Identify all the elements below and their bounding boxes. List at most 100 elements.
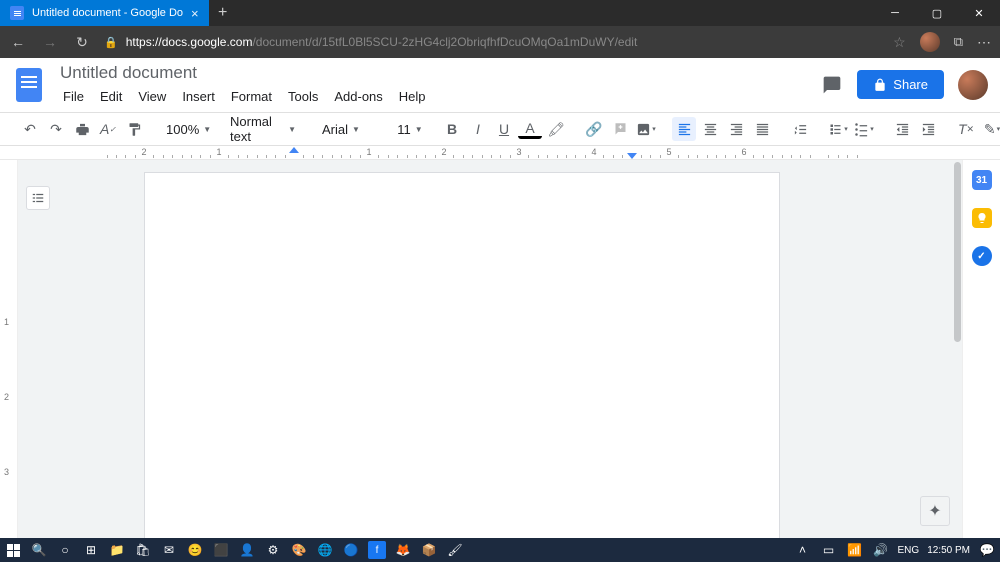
- store-icon[interactable]: 🛍: [134, 541, 152, 559]
- browser-tab[interactable]: Untitled document - Google Do ×: [0, 0, 209, 26]
- show-outline-button[interactable]: [26, 186, 50, 210]
- menu-insert[interactable]: Insert: [175, 86, 222, 107]
- forward-button[interactable]: →: [40, 34, 60, 50]
- app-icon[interactable]: 😊: [186, 541, 204, 559]
- align-center-button[interactable]: [698, 117, 722, 141]
- tray-chevron-icon[interactable]: ˄: [794, 541, 812, 559]
- mail-icon[interactable]: ✉: [160, 541, 178, 559]
- docs-favicon-icon: [10, 6, 24, 20]
- align-justify-button[interactable]: [750, 117, 774, 141]
- tasks-addon-button[interactable]: ✓: [972, 246, 992, 266]
- italic-button[interactable]: I: [466, 117, 490, 141]
- menu-edit[interactable]: Edit: [93, 86, 129, 107]
- keep-addon-button[interactable]: [972, 208, 992, 228]
- comments-button[interactable]: [821, 74, 843, 96]
- app-icon[interactable]: 🖌: [446, 541, 464, 559]
- add-comment-button[interactable]: [608, 117, 632, 141]
- menu-help[interactable]: Help: [392, 86, 433, 107]
- text-color-button[interactable]: A: [518, 119, 542, 139]
- minimize-button[interactable]: ─: [874, 0, 916, 26]
- url-text: https://docs.google.com/document/d/15tfL…: [126, 35, 638, 49]
- spellcheck-button[interactable]: A✓: [96, 117, 120, 141]
- first-line-indent-marker[interactable]: [289, 147, 299, 153]
- menu-tools[interactable]: Tools: [281, 86, 325, 107]
- facebook-icon[interactable]: f: [368, 541, 386, 559]
- task-view-button[interactable]: ⊞: [82, 541, 100, 559]
- close-window-button[interactable]: ✕: [958, 0, 1000, 26]
- ruler-number: 2: [141, 147, 146, 157]
- maximize-button[interactable]: ▢: [916, 0, 958, 26]
- new-tab-button[interactable]: +: [209, 0, 237, 26]
- font-dropdown[interactable]: Arial▼: [316, 117, 380, 141]
- styles-dropdown[interactable]: Normal text▼: [224, 117, 302, 141]
- vertical-ruler[interactable]: 123: [0, 160, 18, 538]
- start-button[interactable]: [4, 541, 22, 559]
- increase-indent-button[interactable]: [916, 117, 940, 141]
- explore-button[interactable]: ✦: [920, 496, 950, 526]
- redo-button[interactable]: ↷: [44, 117, 68, 141]
- align-left-button[interactable]: [672, 117, 696, 141]
- browser-more-icon[interactable]: ⋯: [977, 34, 992, 51]
- undo-button[interactable]: ↶: [18, 117, 42, 141]
- horizontal-ruler[interactable]: 21123456: [0, 146, 1000, 160]
- zoom-dropdown[interactable]: 100%▼: [160, 117, 210, 141]
- app-icon[interactable]: 🎨: [290, 541, 308, 559]
- menu-view[interactable]: View: [131, 86, 173, 107]
- language-indicator[interactable]: ENG: [898, 545, 920, 556]
- clock[interactable]: 12:50 PM: [927, 545, 970, 556]
- notifications-icon[interactable]: 💬: [978, 541, 996, 559]
- browser-toolbar-right: ☆ ⧉ ⋯: [893, 32, 992, 52]
- close-tab-icon[interactable]: ×: [191, 6, 199, 21]
- scrollbar-track[interactable]: [952, 160, 962, 538]
- document-page[interactable]: [144, 172, 780, 538]
- ruler-number: 5: [666, 147, 671, 157]
- edge-icon[interactable]: 🔵: [342, 541, 360, 559]
- insert-image-button[interactable]: [634, 117, 658, 141]
- bulleted-list-button[interactable]: [852, 117, 876, 141]
- bold-button[interactable]: B: [440, 117, 464, 141]
- document-title-input[interactable]: Untitled document: [56, 62, 433, 84]
- editing-mode-button[interactable]: ✎: [980, 117, 1000, 141]
- favorite-icon[interactable]: ☆: [893, 34, 906, 51]
- app-icon[interactable]: ⬛: [212, 541, 230, 559]
- settings-icon[interactable]: ⚙: [264, 541, 282, 559]
- insert-link-button[interactable]: 🔗: [582, 117, 606, 141]
- align-right-button[interactable]: [724, 117, 748, 141]
- underline-button[interactable]: U: [492, 117, 516, 141]
- battery-icon[interactable]: ▭: [820, 541, 838, 559]
- menu-addons[interactable]: Add-ons: [327, 86, 389, 107]
- decrease-indent-button[interactable]: [890, 117, 914, 141]
- ruler-number: 2: [441, 147, 446, 157]
- checklist-button[interactable]: [826, 117, 850, 141]
- print-button[interactable]: [70, 117, 94, 141]
- back-button[interactable]: ←: [8, 34, 28, 50]
- paint-format-button[interactable]: [122, 117, 146, 141]
- docs-home-button[interactable]: [12, 63, 46, 107]
- app-icon[interactable]: 📦: [420, 541, 438, 559]
- scrollbar-thumb[interactable]: [954, 162, 961, 342]
- refresh-button[interactable]: ↻: [72, 34, 92, 51]
- menu-bar: File Edit View Insert Format Tools Add-o…: [56, 86, 433, 107]
- account-avatar[interactable]: [958, 70, 988, 100]
- lock-icon: 🔒: [104, 36, 118, 49]
- font-size-dropdown[interactable]: 11▼: [394, 117, 426, 141]
- share-button[interactable]: Share: [857, 70, 944, 99]
- clear-formatting-button[interactable]: T✕: [954, 117, 978, 141]
- wifi-icon[interactable]: 📶: [846, 541, 864, 559]
- app-icon[interactable]: 👤: [238, 541, 256, 559]
- file-explorer-icon[interactable]: 📁: [108, 541, 126, 559]
- profile-avatar-browser[interactable]: [920, 32, 940, 52]
- search-button[interactable]: 🔍: [30, 541, 48, 559]
- menu-file[interactable]: File: [56, 86, 91, 107]
- volume-icon[interactable]: 🔊: [872, 541, 890, 559]
- reading-list-icon[interactable]: ⧉: [954, 34, 963, 50]
- firefox-icon[interactable]: 🦊: [394, 541, 412, 559]
- address-bar[interactable]: 🔒 https://docs.google.com/document/d/15t…: [104, 35, 881, 49]
- chrome-icon[interactable]: 🌐: [316, 541, 334, 559]
- menu-format[interactable]: Format: [224, 86, 279, 107]
- cortana-button[interactable]: ○: [56, 541, 74, 559]
- calendar-addon-button[interactable]: 31: [972, 170, 992, 190]
- right-indent-marker[interactable]: [627, 153, 637, 159]
- line-spacing-button[interactable]: [788, 117, 812, 141]
- highlight-button[interactable]: 🖍: [544, 117, 568, 141]
